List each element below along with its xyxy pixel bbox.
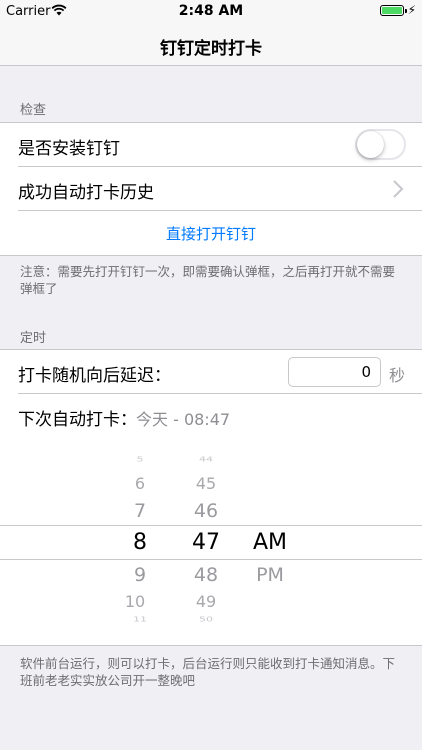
section-header-check: 检查 bbox=[20, 103, 47, 118]
check-group: 是否安装钉钉 成功自动打卡历史 直接打开钉钉 bbox=[0, 122, 422, 256]
navigation-bar: 钉钉定时打卡 bbox=[0, 22, 422, 66]
open-dingtalk-button[interactable]: 直接打开钉钉 bbox=[0, 223, 422, 244]
delay-row: 打卡随机向后延迟： 0 秒 bbox=[0, 350, 422, 394]
toggle-knob bbox=[357, 131, 384, 158]
picker-minute-option[interactable]: 45 bbox=[176, 474, 236, 493]
picker-hour-option[interactable]: 5 bbox=[110, 456, 170, 464]
delay-input[interactable]: 0 bbox=[288, 357, 381, 387]
time-picker[interactable]: 5 6 7 8 9 10 11 44 45 46 47 48 49 50 AM … bbox=[0, 441, 422, 644]
page-title: 钉钉定时打卡 bbox=[160, 39, 262, 59]
status-bar: Carrier 2:48 AM ⚡ bbox=[0, 0, 422, 22]
picker-hour-option[interactable]: 11 bbox=[110, 616, 170, 624]
background-note: 软件前台运行，则可以打卡，后台运行则只能收到打卡通知消息。下班前老老实实放公司开… bbox=[20, 656, 396, 688]
battery-icon bbox=[380, 5, 407, 16]
picker-hour-selected[interactable]: 8 bbox=[110, 530, 170, 555]
open-dingtalk-row[interactable]: 直接打开钉钉 bbox=[0, 211, 422, 255]
picker-minute-option[interactable]: 48 bbox=[176, 564, 236, 586]
picker-period-selected[interactable]: AM bbox=[240, 530, 300, 555]
picker-period-option[interactable]: PM bbox=[240, 564, 300, 586]
battery-fill bbox=[382, 7, 402, 14]
chevron-right-icon bbox=[393, 180, 404, 198]
picker-minute-option[interactable]: 50 bbox=[176, 616, 236, 624]
charging-bolt-icon: ⚡ bbox=[407, 3, 416, 17]
next-punch-value: 今天 - 08:47 bbox=[136, 410, 231, 429]
delay-label: 打卡随机向后延迟： bbox=[18, 366, 171, 386]
picker-hour-option[interactable]: 6 bbox=[110, 474, 170, 493]
installed-row: 是否安装钉钉 bbox=[0, 123, 422, 167]
next-punch-row: 下次自动打卡： 今天 - 08:47 bbox=[0, 394, 422, 442]
picker-minute-option[interactable]: 49 bbox=[176, 592, 236, 611]
section-header-timer: 定时 bbox=[20, 331, 47, 346]
picker-minute-option[interactable]: 46 bbox=[176, 500, 236, 522]
history-row[interactable]: 成功自动打卡历史 bbox=[0, 167, 422, 211]
installed-toggle[interactable] bbox=[355, 129, 406, 160]
delay-unit: 秒 bbox=[389, 366, 406, 385]
picker-minute-option[interactable]: 44 bbox=[176, 456, 236, 464]
picker-hour-option[interactable]: 9 bbox=[110, 564, 170, 586]
history-label: 成功自动打卡历史 bbox=[18, 183, 154, 203]
next-punch-label: 下次自动打卡： bbox=[18, 410, 137, 430]
picker-hour-option[interactable]: 10 bbox=[105, 592, 165, 611]
picker-minute-selected[interactable]: 47 bbox=[176, 530, 236, 555]
picker-hour-option[interactable]: 7 bbox=[110, 500, 170, 522]
install-note: 注意：需要先打开钉钉一次，即需要确认弹框，之后再打开就不需要弹框了 bbox=[20, 264, 396, 296]
clock: 2:48 AM bbox=[178, 3, 244, 19]
installed-label: 是否安装钉钉 bbox=[18, 139, 120, 159]
